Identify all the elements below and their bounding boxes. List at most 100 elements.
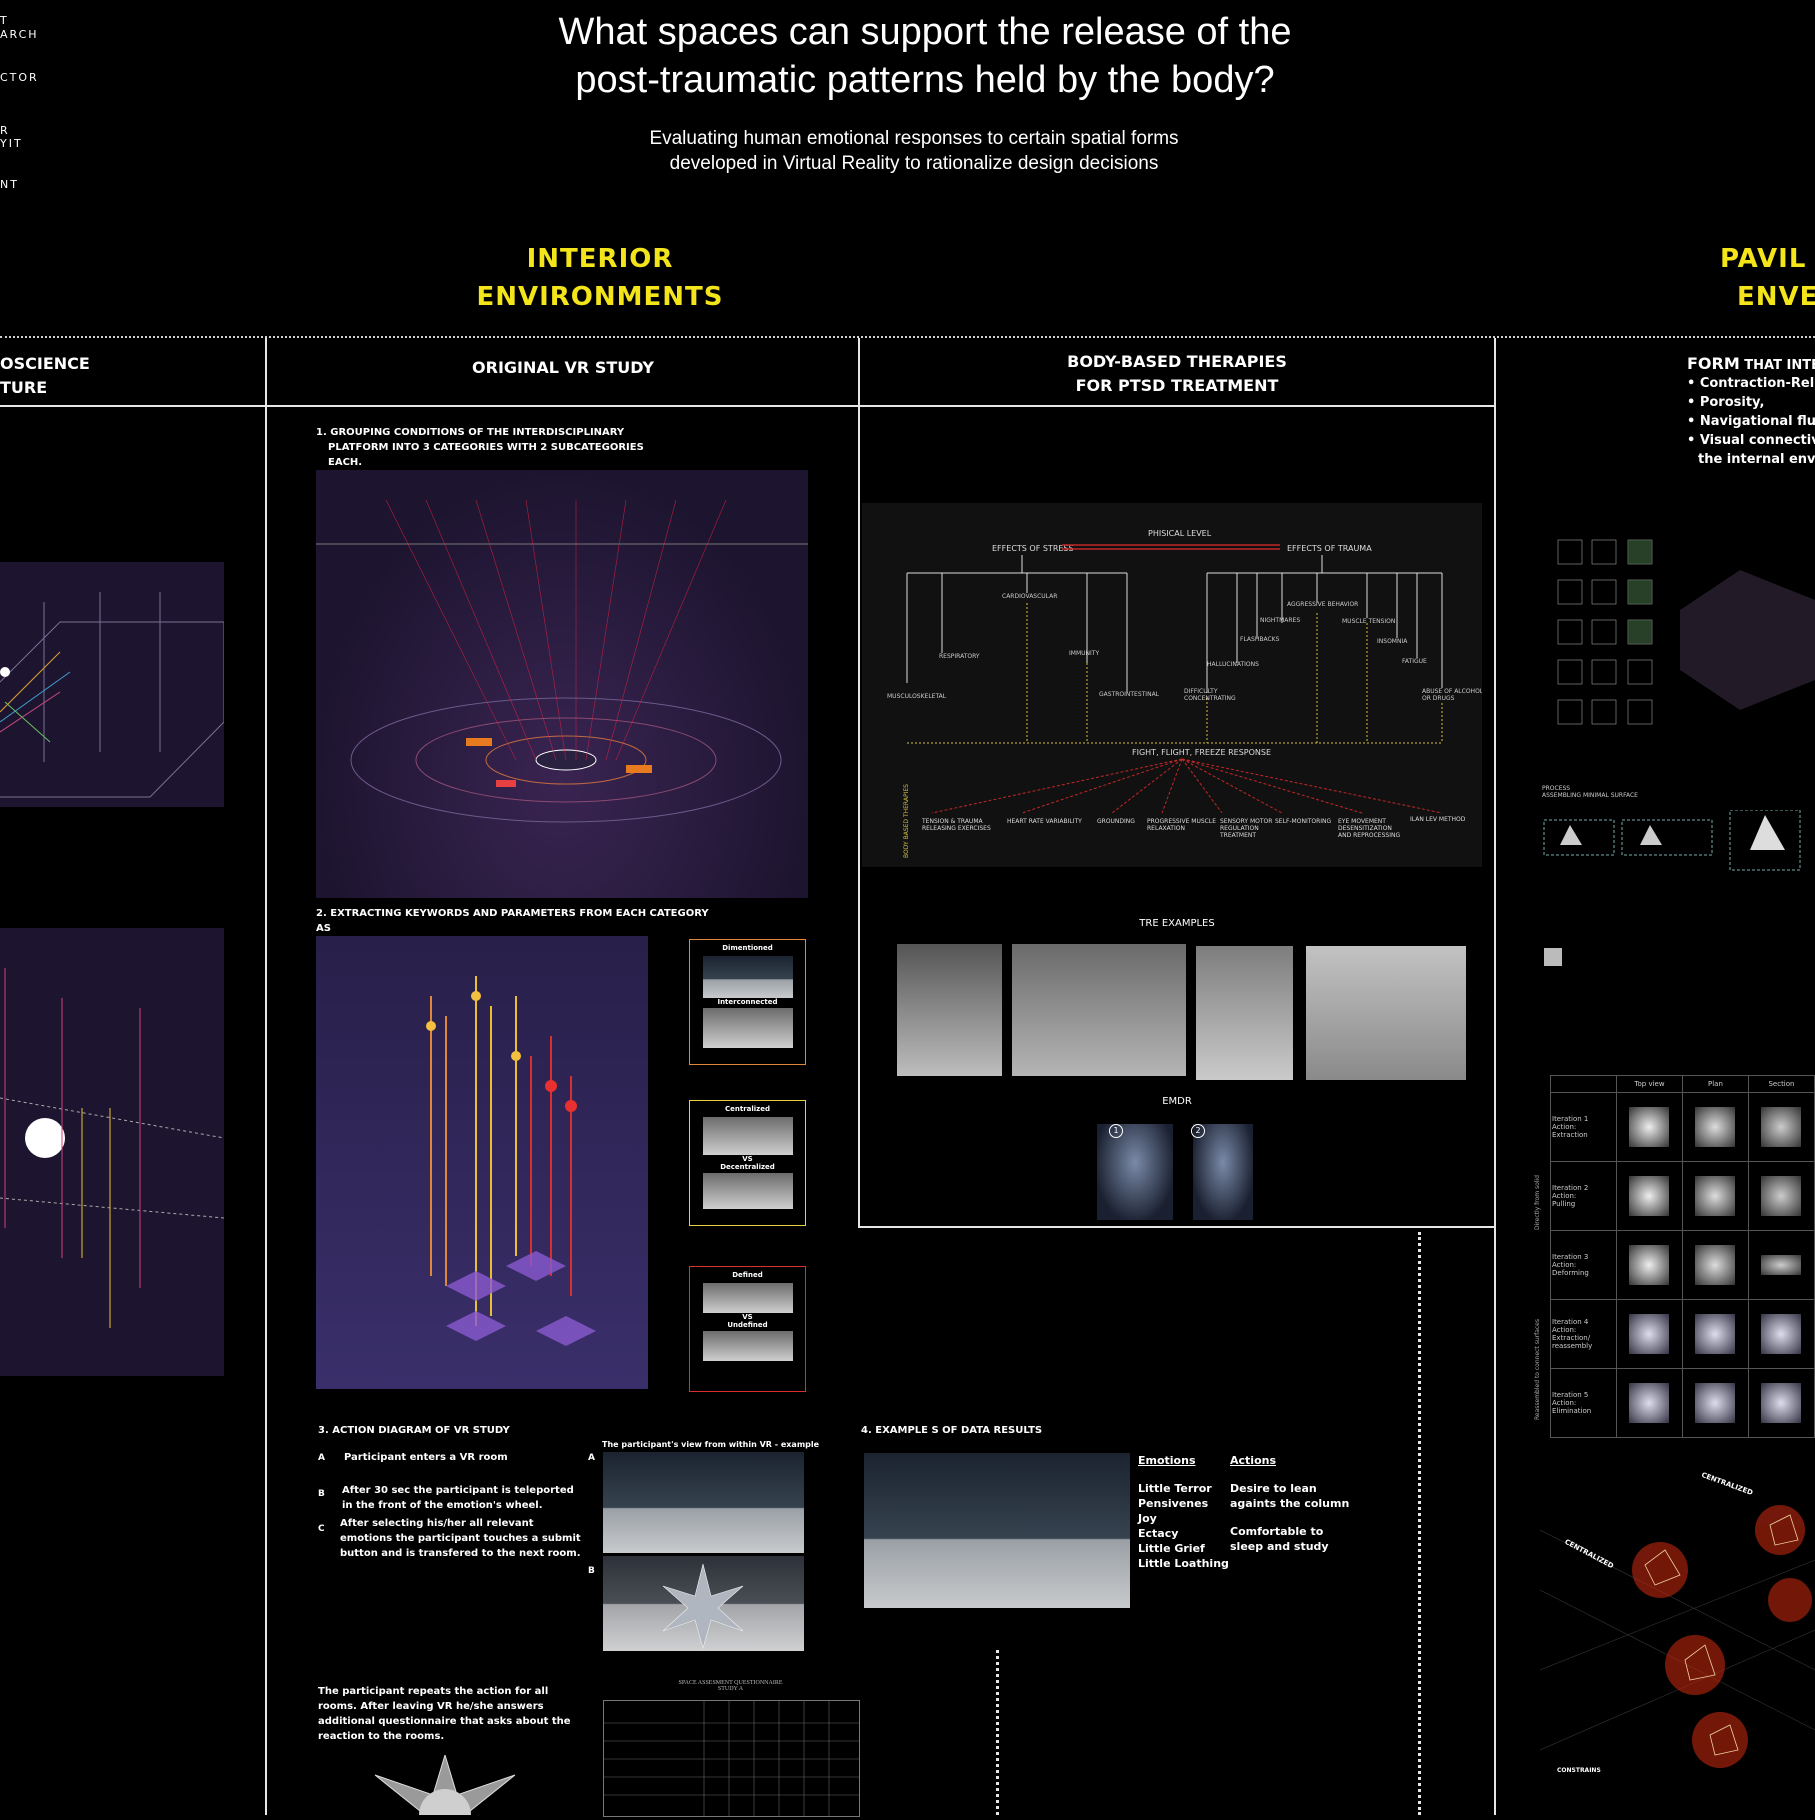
emotions-list: Little Terror Pensivenes Joy Ectacy Litt… [1138, 1481, 1229, 1571]
iteration-2-plan [1681, 1161, 1749, 1231]
svg-text:RELAXATION: RELAXATION [1147, 825, 1185, 832]
questionnaire-table [603, 1700, 860, 1817]
iteration-2-label: Iteration 2 Action: Pulling [1550, 1161, 1617, 1231]
iteration-1-section [1747, 1092, 1815, 1162]
svg-text:FATIGUE: FATIGUE [1402, 658, 1427, 665]
title-line-1: What spaces can support the release of t… [558, 11, 1292, 53]
side-meta-4: R [0, 124, 10, 137]
constrains-label: CONSTRAINS [1557, 1767, 1601, 1774]
form-bullet-4: • Visual connectiv [1687, 433, 1815, 448]
body-therapies-side-label: BODY BASED THERAPIES [903, 784, 910, 858]
neuro-diagram-1-graphic [0, 592, 225, 798]
svg-text:SENSORY MOTOR: SENSORY MOTOR [1220, 818, 1272, 825]
vr-view-caption: The participant's view from within VR - … [602, 1440, 820, 1449]
svg-text:IMMUNITY: IMMUNITY [1069, 650, 1099, 657]
emdr-number-1: 1 [1109, 1124, 1123, 1138]
subtitle-line-2: developed in Virtual Reality to rational… [669, 153, 1159, 174]
iteration-1-plan [1681, 1092, 1749, 1162]
frame3-mid: VS [742, 1313, 753, 1321]
step1-line3: EACH. [328, 457, 363, 468]
tre-examples-label: TRE EXAMPLES [1139, 918, 1215, 929]
tre-photo-4 [1306, 946, 1466, 1080]
ptsd-diagram: PHISICAL LEVEL EFFECTS OF STRESS EFFECTS… [862, 503, 1484, 867]
svg-text:TENSION & TRAUMA: TENSION & TRAUMA [921, 818, 983, 825]
iteration-table: Top view Plan Section Iteration 1 Action:… [1550, 1075, 1815, 1438]
iteration-1-label: Iteration 1 Action: Extraction [1550, 1092, 1617, 1162]
emotion-6: Little Loathing [1138, 1557, 1229, 1570]
tbl-header-plan: Plan [1681, 1075, 1749, 1093]
iteration-3-plan [1681, 1230, 1749, 1300]
emotion-wheel-graphic [662, 1563, 744, 1650]
col-header-neuroscience: OSCIENCE TURE [0, 352, 100, 400]
svg-text:DESENSITIZATION: DESENSITIZATION [1338, 825, 1392, 832]
dotted-connector-1 [1418, 1232, 1421, 1815]
frame-centralized: Centralized VS Decentralized [689, 1100, 806, 1226]
svg-text:GASTROINTESTINAL: GASTROINTESTINAL [1099, 691, 1160, 698]
emdr-number-2: 2 [1191, 1124, 1205, 1138]
iteration-5-plan [1681, 1368, 1749, 1438]
svg-text:AGGRESSIVE BEHAVIOR: AGGRESSIVE BEHAVIOR [1287, 601, 1358, 608]
svg-text:HEART RATE VARIABILITY: HEART RATE VARIABILITY [1007, 818, 1082, 825]
svg-text:HALLUCINATIONS: HALLUCINATIONS [1207, 661, 1259, 668]
effects-trauma-label: EFFECTS OF TRAUMA [1287, 544, 1372, 553]
col-header-therapies: BODY-BASED THERAPIES FOR PTSD TREATMENT [860, 350, 1494, 398]
emotion-4: Ectacy [1138, 1527, 1179, 1540]
centralized-graphic [1539, 1505, 1815, 1768]
frame1-top: Dimentioned [722, 944, 773, 952]
form-bold: FORM [1687, 354, 1740, 373]
svg-text:RELEASING EXERCISES: RELEASING EXERCISES [922, 825, 991, 832]
questionnaire-sub-text: STUDY A [717, 1686, 744, 1692]
action-a-letter: A [318, 1453, 325, 1463]
side-label-solid: Directly from solid [1534, 1175, 1541, 1230]
effects-stress-label: EFFECTS OF STRESS [992, 544, 1074, 553]
col-therapies-line1: BODY-BASED THERAPIES [1067, 352, 1287, 371]
actions-header: Actions [1230, 1454, 1276, 1467]
form-rest: THAT INTE [1739, 358, 1815, 373]
frame-defined: Defined VS Undefined [689, 1266, 806, 1392]
dotted-connector-2 [996, 1650, 999, 1815]
frame1-image-top [702, 956, 793, 998]
svg-text:DIFFICULTY: DIFFICULTY [1184, 688, 1218, 695]
questionnaire-title: SPACE ASSESMENT QUESTIONNAIRE STUDY A [603, 1680, 858, 1692]
tbl-header-section: Section [1747, 1075, 1815, 1093]
emotion-2: Pensivenes [1138, 1497, 1209, 1510]
emotion-wheel-small-graphic [374, 1755, 516, 1815]
action-c-letter: C [318, 1524, 325, 1534]
form-bullet-3: • Navigational flu [1687, 414, 1815, 429]
therapy-box-bottom [858, 1226, 1496, 1228]
svg-text:ABUSE OF ALCOHOL: ABUSE OF ALCOHOL [1422, 688, 1482, 695]
frame2-image-bottom [702, 1173, 793, 1209]
platform-diagram-graphic [316, 499, 808, 823]
section-divider [0, 336, 1815, 338]
form-bullet-1: • Contraction-Rel [1687, 376, 1815, 391]
vr-view-b-image [603, 1556, 804, 1651]
title-line-2: post-traumatic patterns held by the body… [575, 59, 1275, 101]
form-bullets: • Contraction-Rel • Porosity, • Navigati… [1687, 374, 1815, 469]
svg-text:ILAN LEV METHOD: ILAN LEV METHOD [1410, 816, 1466, 823]
poster-title: What spaces can support the release of t… [420, 8, 1430, 104]
svg-text:INSOMNIA: INSOMNIA [1377, 638, 1408, 645]
action-a-text: Participant enters a VR room [344, 1452, 508, 1463]
svg-text:NIGHTMARES: NIGHTMARES [1260, 617, 1300, 624]
side-meta-6: NT [0, 178, 19, 191]
col-header-vr-study: ORIGINAL VR STUDY [472, 358, 654, 377]
svg-text:RESPIRATORY: RESPIRATORY [939, 653, 980, 660]
iteration-5-section [1747, 1368, 1815, 1438]
action-b-letter: B [318, 1489, 325, 1499]
svg-text:FLASHBACKS: FLASHBACKS [1240, 636, 1280, 643]
section-interior-line1: INTERIOR [526, 244, 674, 274]
frame2-top: Centralized [724, 1105, 771, 1113]
frame-dimentioned: Dimentioned Interconnected [689, 939, 806, 1065]
centralized-diagram [1539, 1470, 1815, 1815]
step3-caption: 3. ACTION DIAGRAM OF VR STUDY [318, 1425, 510, 1436]
svg-text:REGULATION: REGULATION [1220, 825, 1259, 832]
emotion-3: Joy [1138, 1512, 1157, 1525]
col-divider-3 [1494, 338, 1496, 1815]
frame1-bottom: Interconnected [717, 998, 778, 1006]
frame2-image-top [702, 1117, 793, 1155]
frame2-mid: VS [742, 1155, 753, 1163]
section-interior: INTERIOR ENVIRONMENTS [440, 240, 760, 316]
step2-line1: 2. EXTRACTING KEYWORDS AND PARAMETERS FR… [316, 908, 709, 934]
svg-text:PROGRESSIVE MUSCLE: PROGRESSIVE MUSCLE [1147, 818, 1216, 825]
svg-text:GROUNDING: GROUNDING [1097, 818, 1135, 825]
